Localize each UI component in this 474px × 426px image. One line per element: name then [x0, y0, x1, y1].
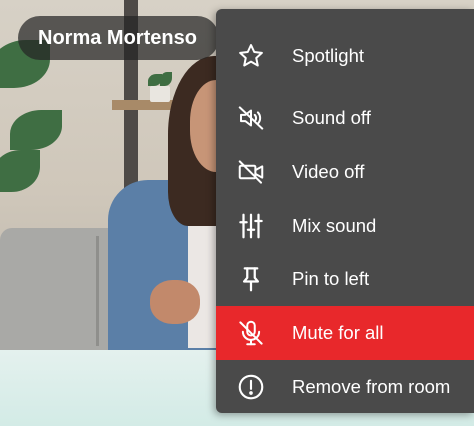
- microphone-off-icon: [236, 318, 266, 348]
- plant-pot: [150, 86, 170, 102]
- plant-leaf: [10, 110, 62, 150]
- participant-name-tag: Norma Mortenso: [18, 16, 219, 60]
- exclamation-circle-icon: [236, 372, 266, 402]
- speaker-muted-icon: [236, 103, 266, 133]
- menu-item-label: Spotlight: [292, 45, 364, 66]
- sofa-seam: [96, 236, 99, 346]
- menu-item-mute-for-all[interactable]: Mute for all: [216, 306, 474, 360]
- star-outline-icon: [236, 41, 266, 71]
- sliders-icon: [236, 211, 266, 241]
- participant-context-menu: Spotlight Sound off Video off Mix sound …: [216, 9, 474, 413]
- pin-icon: [236, 264, 266, 294]
- participant-name: Norma Mortenso: [38, 26, 197, 49]
- menu-item-sound-off[interactable]: Sound off: [216, 91, 474, 145]
- menu-item-label: Pin to left: [292, 268, 370, 289]
- plant-leaf: [0, 150, 40, 192]
- menu-item-label: Mix sound: [292, 215, 377, 236]
- plant-leaf: [160, 72, 172, 86]
- menu-item-label: Sound off: [292, 107, 371, 128]
- menu-item-label: Mute for all: [292, 322, 384, 343]
- camera-off-icon: [236, 157, 266, 187]
- menu-item-video-off[interactable]: Video off: [216, 145, 474, 199]
- menu-item-label: Video off: [292, 161, 365, 182]
- menu-item-spotlight[interactable]: Spotlight: [216, 29, 474, 83]
- menu-item-label: Remove from room: [292, 376, 451, 397]
- menu-item-pin-to-left[interactable]: Pin to left: [216, 252, 474, 306]
- menu-item-mix-sound[interactable]: Mix sound: [216, 199, 474, 253]
- menu-item-remove-from-room[interactable]: Remove from room: [216, 360, 474, 414]
- person-hand: [150, 280, 200, 324]
